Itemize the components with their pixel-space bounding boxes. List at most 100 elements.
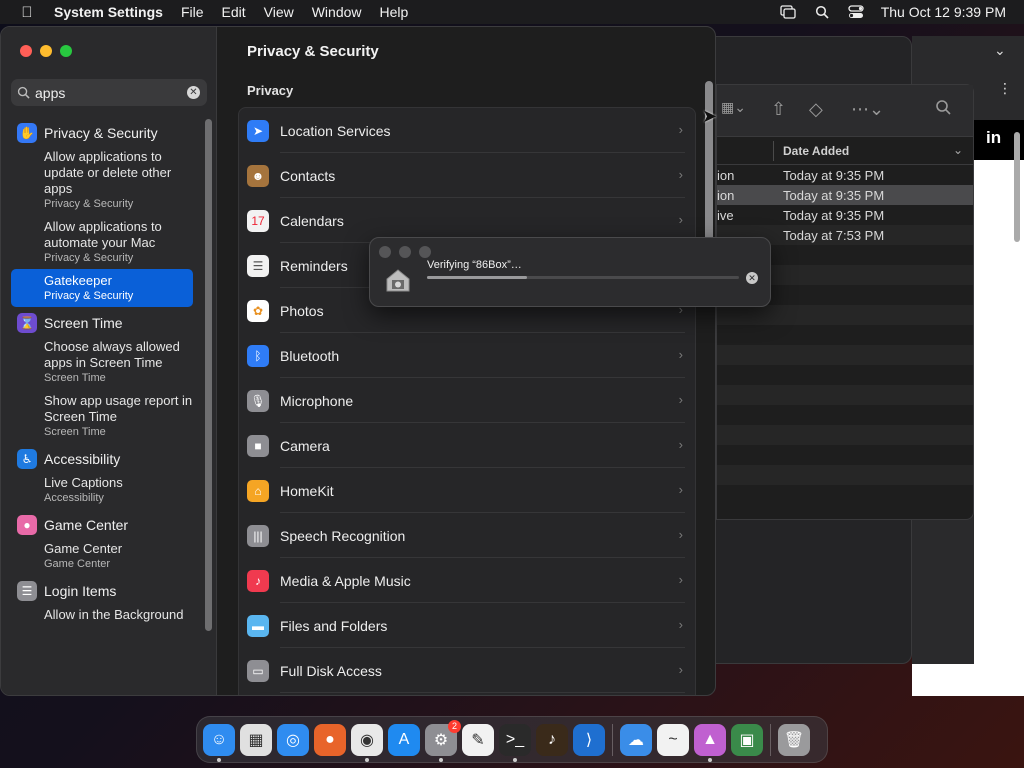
search-field[interactable]: apps ✕ [11, 79, 207, 106]
file-row[interactable]: ion Today at 9:35 PM [717, 185, 973, 205]
sidebar-result-item[interactable]: Allow applications to update or delete o… [11, 145, 193, 215]
result-title: Allow applications to automate your Mac [44, 219, 162, 250]
privacy-item-label: Camera [280, 437, 330, 454]
file-row[interactable] [717, 305, 973, 325]
privacy-item-files-and-folders[interactable]: ▬ Files and Folders › [239, 603, 695, 648]
86box-icon[interactable]: ▣ [731, 723, 763, 756]
firefox-icon[interactable]: ● [314, 723, 346, 756]
running-indicator [365, 757, 369, 762]
sidebar-scrollbar[interactable] [205, 119, 212, 631]
cancel-verify-icon[interactable]: ✕ [746, 272, 758, 284]
date-added-header[interactable]: Date Added [783, 144, 849, 158]
sidebar-result-item[interactable]: Choose always allowed apps in Screen Tim… [11, 335, 193, 389]
screen-mirroring-icon[interactable] [771, 5, 805, 19]
menu-window[interactable]: Window [303, 4, 371, 20]
minimize-window-button[interactable] [40, 45, 52, 57]
privacy-item-camera[interactable]: ■ Camera › [239, 423, 695, 468]
vscode-icon[interactable]: ⟩ [573, 723, 605, 756]
privacy-item-homekit[interactable]: ⌂ HomeKit › [239, 468, 695, 513]
file-row[interactable] [717, 365, 973, 385]
result-title: Game Center [44, 541, 123, 556]
chevron-right-icon: › [678, 347, 683, 362]
safari-icon[interactable]: ◎ [277, 723, 309, 756]
file-row[interactable] [717, 345, 973, 365]
sidebar-section-screen-time[interactable]: ⌛ Screen Time [11, 311, 193, 335]
sidebar-section-title: Screen Time [44, 315, 123, 331]
system-settings-icon[interactable]: ⚙ 2 [425, 719, 461, 762]
icloud-weather-icon[interactable]: ☁ [620, 723, 652, 756]
scrollbar[interactable] [1014, 132, 1020, 242]
freeform-icon[interactable]: ~ [657, 723, 689, 756]
spotlight-search-icon[interactable] [805, 5, 839, 19]
result-category: Accessibility [44, 492, 104, 504]
tag-icon[interactable]: ◇ [809, 99, 823, 120]
privacy-item-media-apple-music[interactable]: ♪ Media & Apple Music › [239, 558, 695, 603]
clear-search-icon[interactable]: ✕ [187, 86, 200, 99]
garageband-icon[interactable]: ♪ [536, 723, 568, 756]
privacy-heading: Privacy [247, 83, 294, 98]
launchpad-icon[interactable]: ▦ [240, 723, 272, 756]
privacy-item-location-services[interactable]: ➤ Location Services › [239, 108, 695, 153]
sidebar-result-item[interactable]: Live Captions Accessibility [11, 471, 193, 509]
sidebar-result-item[interactable]: Allow applications to automate your Mac P… [11, 215, 193, 269]
file-row[interactable] [717, 425, 973, 445]
privacy-item-contacts[interactable]: ☻ Contacts › [239, 153, 695, 198]
menu-edit[interactable]: Edit [213, 4, 255, 20]
menu-file[interactable]: File [172, 4, 213, 20]
folder-icon: ▬ [247, 614, 269, 637]
menu-help[interactable]: Help [371, 4, 418, 20]
sidebar-section-privacy-security[interactable]: ✋ Privacy & Security [11, 121, 193, 145]
sidebar-result-item[interactable]: Gatekeeper Privacy & Security [11, 269, 193, 307]
search-input[interactable]: apps [35, 85, 65, 101]
action-menu-icon[interactable]: ⋯⌄ [851, 99, 884, 120]
file-row[interactable] [717, 485, 973, 505]
privacy-item-microphone[interactable]: 🎙 Microphone › [239, 378, 695, 423]
file-row[interactable] [717, 325, 973, 345]
privacy-item-bluetooth[interactable]: ᛒ Bluetooth › [239, 333, 695, 378]
file-row[interactable] [717, 385, 973, 405]
control-center-icon[interactable] [839, 5, 873, 19]
sort-chevron-icon[interactable]: ⌄ [953, 143, 963, 157]
sidebar-result-item[interactable]: Allow in the Background [11, 603, 193, 627]
menu-bar-clock[interactable]: Thu Oct 12 9:39 PM [873, 4, 1024, 20]
more-options-icon[interactable]: ⋮ [998, 80, 1012, 97]
column-header[interactable]: Date Added ⌄ [717, 137, 973, 165]
zoom-window-button[interactable] [60, 45, 72, 57]
privacy-item-full-disk-access[interactable]: ▭ Full Disk Access › [239, 648, 695, 693]
app-store-icon[interactable]: A [388, 723, 420, 756]
sidebar-section-accessibility[interactable]: ♿ Accessibility [11, 447, 193, 471]
dialog-close-button[interactable] [379, 246, 391, 258]
sidebar-section-login-items[interactable]: ☰ Login Items [11, 579, 193, 603]
chevron-down-icon[interactable]: ⌄ [994, 42, 1006, 59]
chrome-icon[interactable]: ◉ [351, 723, 383, 762]
privacy-item-speech-recognition[interactable]: ||| Speech Recognition › [239, 513, 695, 558]
gpu-monitor-icon[interactable]: ▲ [694, 723, 726, 762]
camera-icon: ■ [247, 434, 269, 457]
file-row[interactable]: ive Today at 9:35 PM [717, 205, 973, 225]
close-window-button[interactable] [20, 45, 32, 57]
trash-icon[interactable]: 🗑 [778, 723, 810, 756]
result-category: Privacy & Security [44, 252, 134, 264]
file-date-added: Today at 9:35 PM [783, 208, 885, 223]
file-row[interactable] [717, 465, 973, 485]
terminal-icon[interactable]: >_ [499, 723, 531, 762]
sidebar-result-item[interactable]: Game Center Game Center [11, 537, 193, 575]
dialog-minimize-button[interactable] [399, 246, 411, 258]
view-options-icon[interactable]: ▦⌄ [721, 99, 746, 116]
menu-view[interactable]: View [255, 4, 303, 20]
textedit-icon[interactable]: ✎ [462, 723, 494, 756]
sidebar-result-item[interactable]: Show app usage report in Screen Time Scre… [11, 389, 193, 443]
privacy-item-label: Files and Folders [280, 617, 388, 634]
file-row[interactable] [717, 405, 973, 425]
finder-icon[interactable]: ☺ [203, 723, 235, 762]
search-icon[interactable] [935, 99, 951, 120]
apple-logo-icon[interactable]:  [0, 4, 54, 21]
share-icon[interactable]: ⇧ [771, 99, 786, 120]
sidebar-section-game-center[interactable]: ● Game Center [11, 513, 193, 537]
file-row[interactable] [717, 445, 973, 465]
sidebar-section-title: Privacy & Security [44, 125, 158, 141]
content-scrollbar[interactable] [705, 81, 713, 241]
dialog-zoom-button[interactable] [419, 246, 431, 258]
menu-app-name[interactable]: System Settings [54, 4, 172, 20]
file-row[interactable]: ion Today at 9:35 PM [717, 165, 973, 185]
